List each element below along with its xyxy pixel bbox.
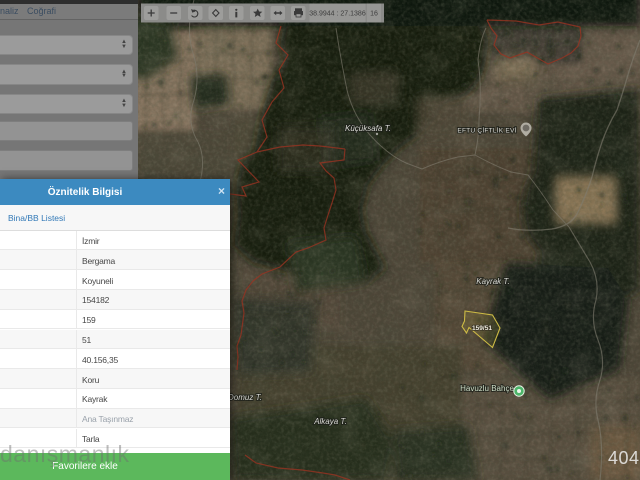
svg-text:Alkaya T.: Alkaya T.	[313, 417, 347, 426]
svg-text:Kayrak T.: Kayrak T.	[476, 277, 510, 286]
svg-text:159/51: 159/51	[472, 325, 492, 332]
svg-text:EFTU ÇİFTLİK EVİ: EFTU ÇİFTLİK EVİ	[457, 126, 516, 135]
svg-text:Havuzlu Bahçe: Havuzlu Bahçe	[460, 384, 514, 393]
svg-text:16: 16	[370, 10, 378, 17]
svg-text:Küçüksafa T.: Küçüksafa T.	[345, 124, 391, 133]
svg-text:Domuz T.: Domuz T.	[228, 393, 262, 402]
svg-text:38.9944 : 27.1386: 38.9944 : 27.1386	[309, 10, 366, 17]
